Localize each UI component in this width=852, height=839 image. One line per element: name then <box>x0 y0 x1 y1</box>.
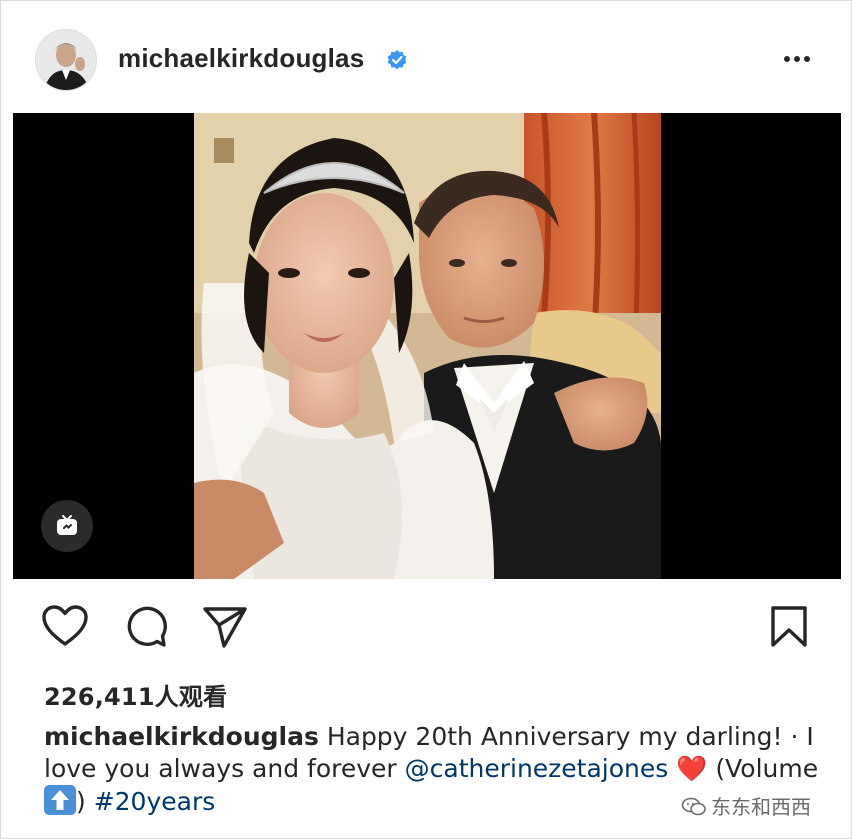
post-media[interactable] <box>13 113 841 579</box>
comment-icon[interactable] <box>124 605 168 649</box>
wechat-icon <box>681 797 706 816</box>
wedding-photo <box>194 113 661 579</box>
caption-mention[interactable]: @catherinezetajones <box>405 754 669 783</box>
caption-close-paren: ) <box>76 787 94 816</box>
avatar[interactable] <box>35 29 97 91</box>
heart-emoji: ❤️ <box>676 754 708 783</box>
caption-username[interactable]: michaelkirkdouglas <box>44 722 319 751</box>
watermark: 东东和西西 <box>681 791 811 820</box>
caption-volume-text: (Volume <box>707 754 819 783</box>
view-count: 226,411人观看 <box>44 683 228 711</box>
up-arrow-emoji <box>44 785 76 815</box>
post-card: michaelkirkdouglas 226,411人观看 michaelkir… <box>0 0 852 839</box>
bookmark-icon[interactable] <box>769 605 809 649</box>
caption-hashtag[interactable]: #20years <box>94 787 216 816</box>
igtv-button[interactable] <box>41 500 93 552</box>
watermark-text: 东东和西西 <box>711 795 811 819</box>
igtv-icon <box>57 515 77 535</box>
heart-icon[interactable] <box>41 604 89 648</box>
post-header: michaelkirkdouglas <box>1 1 851 113</box>
send-icon[interactable] <box>202 605 248 649</box>
avatar-photo <box>36 30 96 90</box>
verified-badge-icon <box>387 50 407 70</box>
more-options-icon[interactable] <box>780 46 814 72</box>
post-username[interactable]: michaelkirkdouglas <box>118 43 364 74</box>
